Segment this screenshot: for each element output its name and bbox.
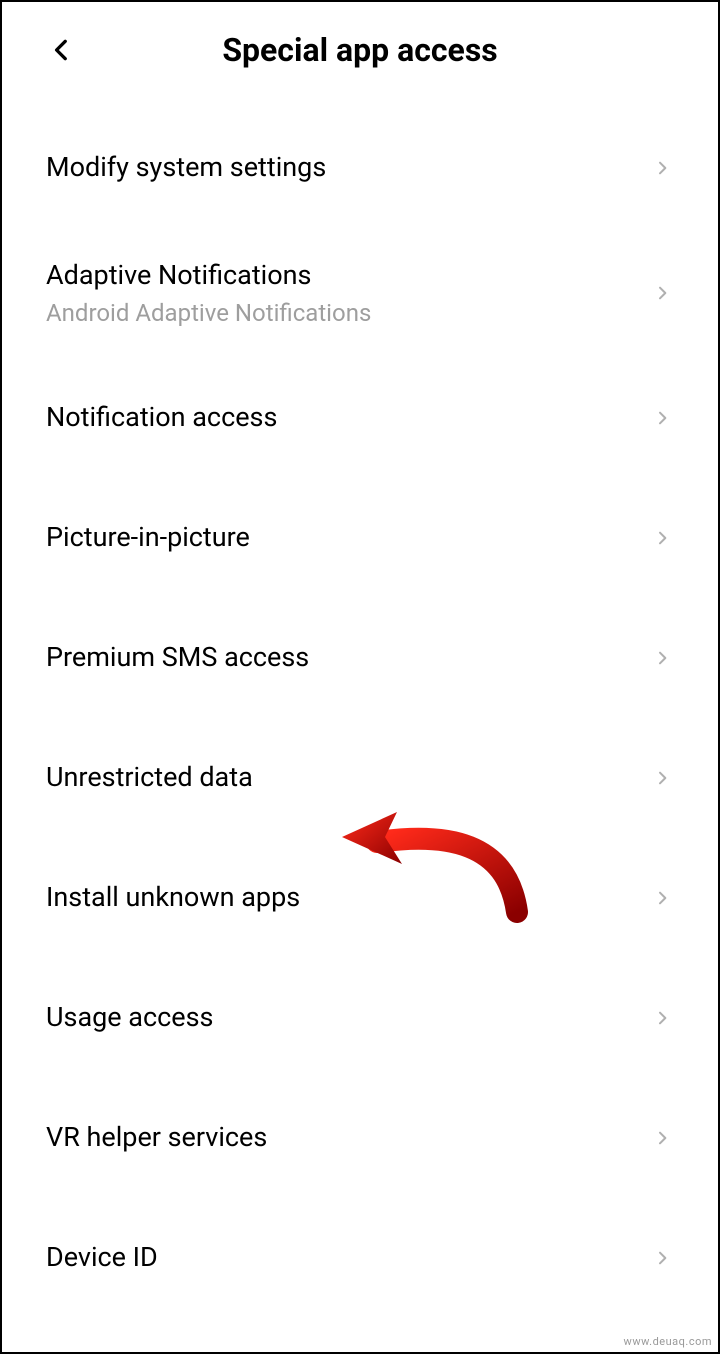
- row-vr-helper-services[interactable]: VR helper services: [2, 1078, 718, 1198]
- chevron-right-icon: [650, 766, 674, 790]
- chevron-right-icon: [650, 1126, 674, 1150]
- row-label: Adaptive Notifications: [46, 258, 650, 293]
- chevron-right-icon: [650, 406, 674, 430]
- screen-frame: Special app access Modify system setting…: [0, 0, 720, 1354]
- row-adaptive-notifications[interactable]: Adaptive Notifications Android Adaptive …: [2, 228, 718, 358]
- row-subtitle: Android Adaptive Notifications: [46, 299, 650, 328]
- row-modify-system-settings[interactable]: Modify system settings: [2, 108, 718, 228]
- chevron-right-icon: [650, 646, 674, 670]
- row-label: Modify system settings: [46, 150, 650, 185]
- row-device-id[interactable]: Device ID: [2, 1198, 718, 1318]
- chevron-right-icon: [650, 1006, 674, 1030]
- chevron-right-icon: [650, 526, 674, 550]
- chevron-right-icon: [650, 156, 674, 180]
- header-bar: Special app access: [2, 2, 718, 98]
- chevron-right-icon: [650, 1246, 674, 1270]
- row-notification-access[interactable]: Notification access: [2, 358, 718, 478]
- row-unrestricted-data[interactable]: Unrestricted data: [2, 718, 718, 838]
- row-label: Notification access: [46, 400, 650, 435]
- row-premium-sms-access[interactable]: Premium SMS access: [2, 598, 718, 718]
- chevron-right-icon: [650, 886, 674, 910]
- row-usage-access[interactable]: Usage access: [2, 958, 718, 1078]
- row-label: Device ID: [46, 1240, 650, 1275]
- row-install-unknown-apps[interactable]: Install unknown apps: [2, 838, 718, 958]
- row-label: Premium SMS access: [46, 640, 650, 675]
- row-picture-in-picture[interactable]: Picture-in-picture: [2, 478, 718, 598]
- row-label: Install unknown apps: [46, 880, 650, 915]
- row-label: VR helper services: [46, 1120, 650, 1155]
- row-label: Usage access: [46, 1000, 650, 1035]
- settings-list: Modify system settings Adaptive Notifica…: [2, 98, 718, 1354]
- row-device-id-personalised[interactable]: Device ID for personalised recommendatio…: [2, 1318, 718, 1354]
- row-label: Unrestricted data: [46, 760, 650, 795]
- row-label: Picture-in-picture: [46, 520, 650, 555]
- watermark-text: www.deuaq.com: [624, 1335, 712, 1348]
- page-title: Special app access: [22, 31, 698, 69]
- chevron-right-icon: [650, 281, 674, 305]
- row-label: Device ID for personalised recommendatio…: [46, 1348, 566, 1354]
